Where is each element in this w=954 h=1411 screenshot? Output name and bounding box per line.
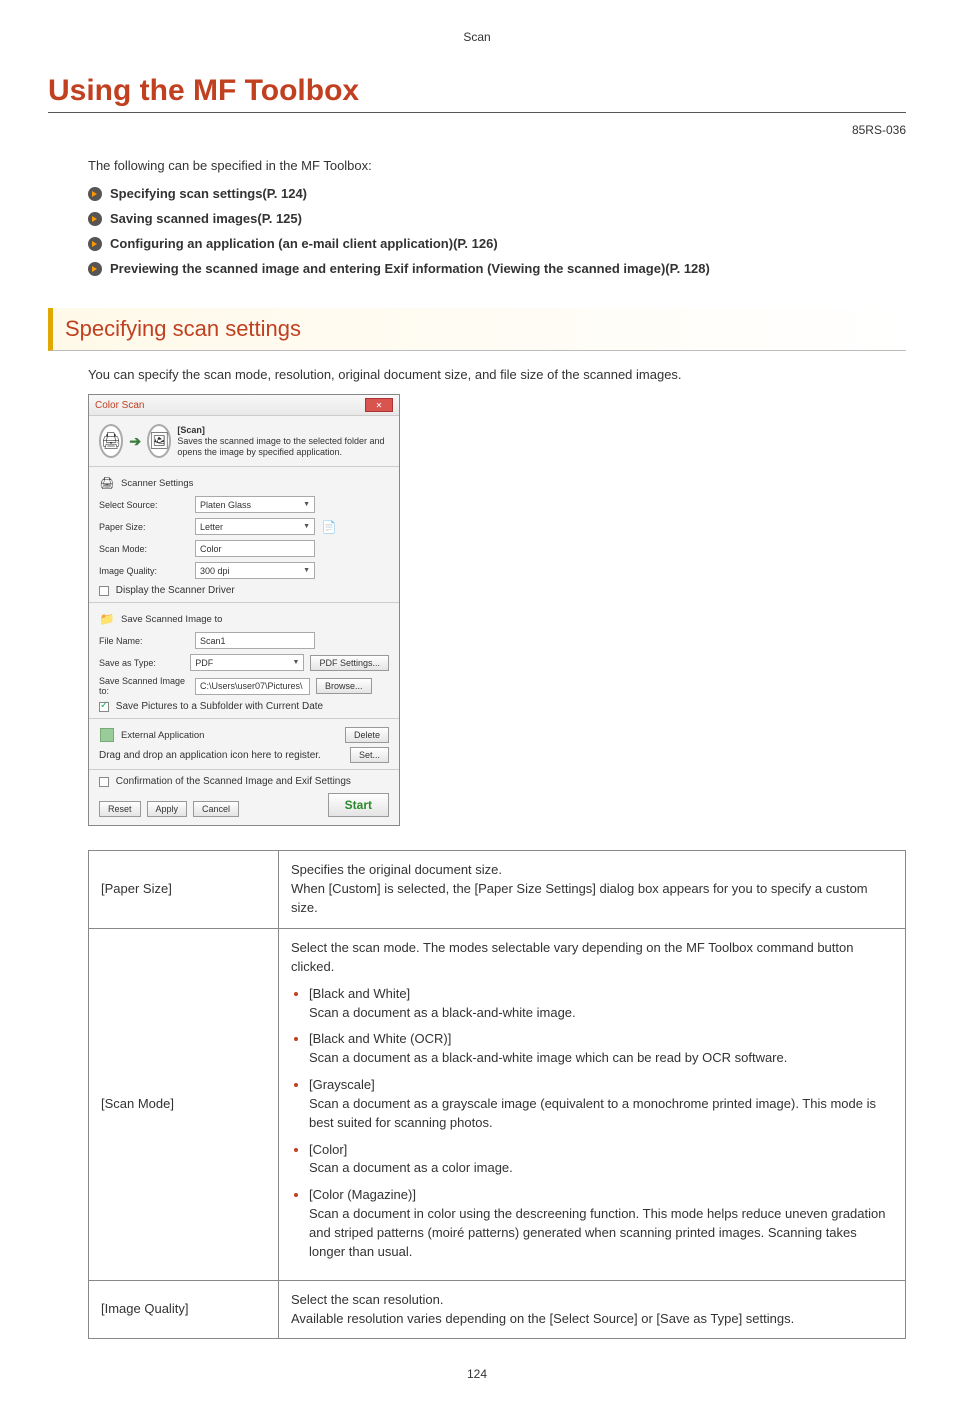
setting-label: [Scan Mode] (89, 929, 279, 1281)
bullet-icon (88, 237, 102, 251)
file-name-label: File Name: (99, 636, 189, 646)
app-icon (99, 727, 115, 743)
save-subfolder-label: Save Pictures to a Subfolder with Curren… (116, 701, 323, 712)
setting-desc: Specifies the original document size. Wh… (279, 851, 906, 929)
display-driver-label: Display the Scanner Driver (116, 585, 235, 596)
bullet-icon (88, 212, 102, 226)
external-app-heading: External Application (121, 730, 204, 741)
table-row: [Image Quality] Select the scan resoluti… (89, 1280, 906, 1339)
table-row: [Scan Mode] Select the scan mode. The mo… (89, 929, 906, 1281)
folder-icon: 📁 (99, 611, 115, 627)
image-quality-dropdown[interactable]: 300 dpi (195, 562, 315, 579)
setting-label: [Image Quality] (89, 1280, 279, 1339)
save-as-type-label: Save as Type: (99, 658, 184, 668)
confirm-label: Confirmation of the Scanned Image and Ex… (116, 776, 351, 787)
scanner-settings-icon: 🖨 (99, 475, 115, 491)
browse-button[interactable]: Browse... (316, 678, 372, 694)
table-row: [Paper Size] Specifies the original docu… (89, 851, 906, 929)
intro-text: The following can be specified in the MF… (88, 155, 906, 177)
pdf-settings-button[interactable]: PDF Settings... (310, 655, 389, 671)
scan-mode-value: Color (195, 540, 315, 557)
scan-mode-label: Scan Mode: (99, 544, 189, 554)
select-source-dropdown[interactable]: Platen Glass (195, 496, 315, 513)
cancel-button[interactable]: Cancel (193, 801, 239, 817)
file-name-input[interactable]: Scan1 (195, 632, 315, 649)
setting-label: [Paper Size] (89, 851, 279, 929)
link-item[interactable]: Previewing the scanned image and enterin… (88, 258, 906, 280)
dialog-color-scan: Color Scan ✕ 🖨 ➔ 🖼 [Scan] Saves the scan… (88, 394, 400, 826)
save-subfolder-checkbox[interactable] (99, 702, 109, 712)
page-number: 124 (48, 1367, 906, 1381)
page-title: Using the MF Toolbox (48, 74, 906, 113)
apply-button[interactable]: Apply (147, 801, 188, 817)
start-button[interactable]: Start (328, 793, 389, 817)
scanner-icon: 🖨 (99, 424, 123, 458)
scan-desc-label: [Scan] (177, 425, 389, 436)
link-item[interactable]: Specifying scan settings(P. 124) (88, 183, 906, 205)
paper-size-label: Paper Size: (99, 522, 189, 532)
link-item[interactable]: Saving scanned images(P. 125) (88, 208, 906, 230)
paper-size-dropdown[interactable]: Letter (195, 518, 315, 535)
delete-button[interactable]: Delete (345, 727, 389, 743)
breadcrumb: Scan (48, 30, 906, 44)
setting-desc: Select the scan mode. The modes selectab… (279, 929, 906, 1281)
section-heading: Specifying scan settings (48, 308, 906, 351)
link-item[interactable]: Configuring an application (an e-mail cl… (88, 233, 906, 255)
save-to-label: Save Scanned Image to: (99, 676, 189, 696)
bullet-icon (88, 187, 102, 201)
section-intro: You can specify the scan mode, resolutio… (88, 367, 906, 382)
save-to-input[interactable]: C:\Users\user07\Pictures\ (195, 678, 310, 695)
reset-button[interactable]: Reset (99, 801, 141, 817)
paper-size-custom-icon[interactable]: 📄 (321, 519, 337, 535)
arrow-icon: ➔ (129, 433, 141, 450)
save-heading: Save Scanned Image to (121, 614, 222, 625)
select-source-label: Select Source: (99, 500, 189, 510)
display-driver-checkbox[interactable] (99, 586, 109, 596)
bullet-icon (88, 262, 102, 276)
close-icon[interactable]: ✕ (365, 398, 393, 412)
link-list: Specifying scan settings(P. 124) Saving … (88, 183, 906, 280)
image-icon: 🖼 (147, 424, 171, 458)
confirm-checkbox[interactable] (99, 777, 109, 787)
external-app-note: Drag and drop an application icon here t… (99, 750, 321, 761)
save-as-type-dropdown[interactable]: PDF (190, 654, 304, 671)
scan-desc-text: Saves the scanned image to the selected … (177, 436, 384, 457)
doc-id: 85RS-036 (48, 123, 906, 137)
settings-table: [Paper Size] Specifies the original docu… (88, 850, 906, 1339)
setting-desc: Select the scan resolution. Available re… (279, 1280, 906, 1339)
set-button[interactable]: Set... (350, 747, 389, 763)
scanner-settings-heading: Scanner Settings (121, 478, 193, 489)
dialog-title: Color Scan (95, 400, 144, 411)
image-quality-label: Image Quality: (99, 566, 189, 576)
